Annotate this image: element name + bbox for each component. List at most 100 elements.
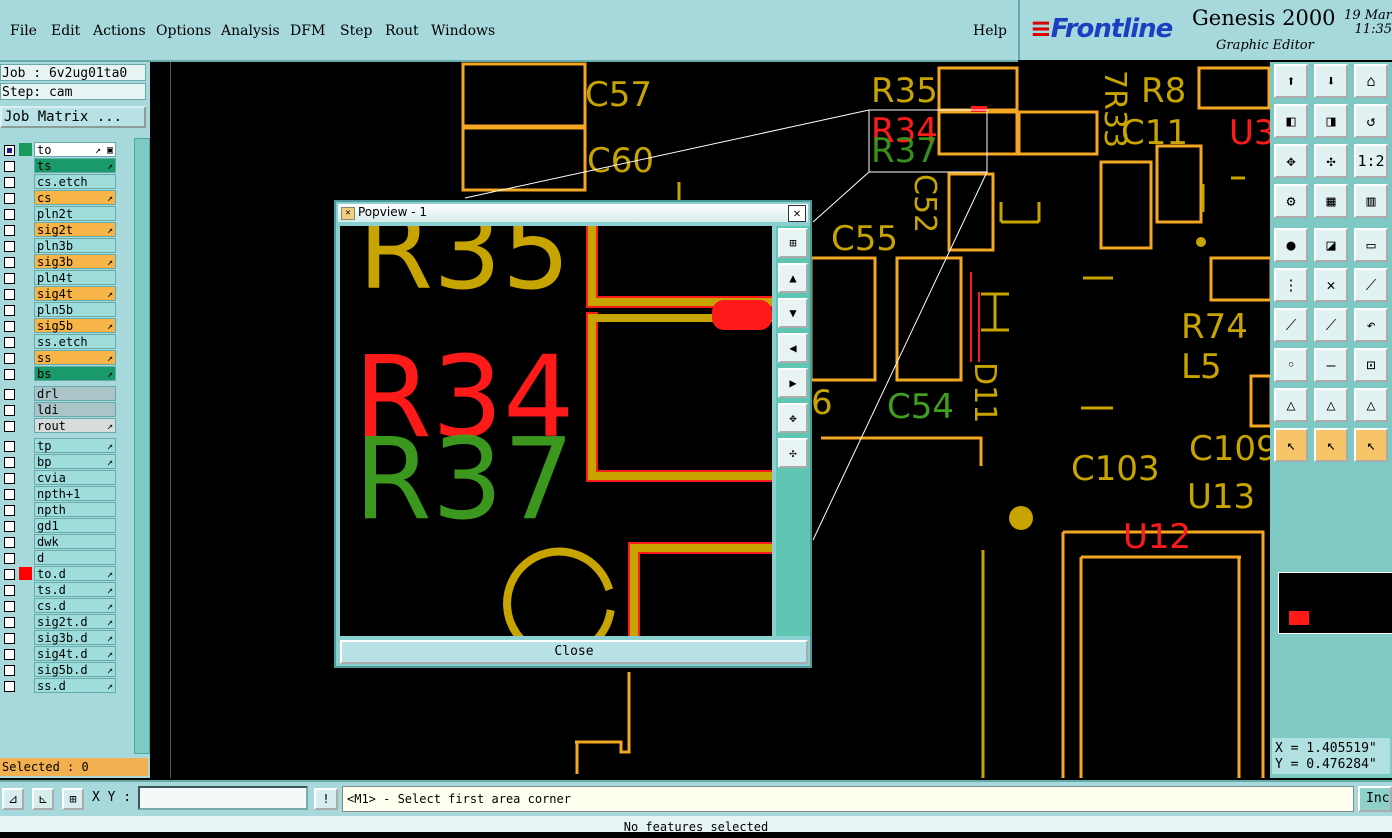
draw-b-icon[interactable]: ⟋ xyxy=(1314,308,1348,342)
undo-icon[interactable]: ↺ xyxy=(1354,104,1388,138)
menu-edit[interactable]: Edit xyxy=(51,23,80,39)
layer-row[interactable]: pln4t xyxy=(0,270,134,285)
grid-icon[interactable]: ⊞ xyxy=(62,788,84,810)
layer-name[interactable]: to ↗ ▣ xyxy=(34,142,116,157)
layer-checkbox[interactable] xyxy=(4,633,15,644)
pointer-b-icon[interactable]: ↖ xyxy=(1314,428,1348,462)
menu-options[interactable]: Options xyxy=(156,23,211,39)
ruler-icon[interactable]: ▭ xyxy=(1354,228,1388,262)
layer-name[interactable]: ss.etch xyxy=(34,334,116,349)
layer-checkbox[interactable] xyxy=(4,177,15,188)
layer-row[interactable]: ss.etch xyxy=(0,334,134,349)
popview-close-button[interactable]: Close xyxy=(340,640,808,664)
box-icon[interactable]: ⊡ xyxy=(1354,348,1388,382)
layer-row[interactable]: npth xyxy=(0,502,134,517)
layer-name[interactable]: to.d ↗ xyxy=(34,566,116,581)
zoom-out-icon[interactable]: ✣ xyxy=(1314,144,1348,178)
overview-map[interactable] xyxy=(1278,572,1392,634)
layer-name[interactable]: pln3b xyxy=(34,238,116,253)
layer-name[interactable]: pln4t xyxy=(34,270,116,285)
layer-row[interactable]: pln2t xyxy=(0,206,134,221)
layer-name[interactable]: dwk xyxy=(34,534,116,549)
layer-name[interactable]: drl xyxy=(34,386,116,401)
layer-checkbox[interactable] xyxy=(4,145,15,156)
layer-checkbox[interactable] xyxy=(4,585,15,596)
layer-checkbox[interactable] xyxy=(4,505,15,516)
menu-dfm[interactable]: DFM xyxy=(290,23,325,39)
layer-scrollbar[interactable] xyxy=(134,138,150,754)
layer-row[interactable]: npth+1 xyxy=(0,486,134,501)
layer-checkbox[interactable] xyxy=(4,457,15,468)
zoom-in-icon[interactable]: ✥ xyxy=(778,403,808,433)
layer-row[interactable]: cs.etch xyxy=(0,174,134,189)
layer-row[interactable]: sig4t ↗ xyxy=(0,286,134,301)
draw-a-icon[interactable]: ⟋ xyxy=(1274,308,1308,342)
layer-row[interactable]: sig3b.d ↗ xyxy=(0,630,134,645)
layer-name[interactable]: sig4t ↗ xyxy=(34,286,116,301)
layer-row[interactable]: drl xyxy=(0,386,134,401)
layer-row[interactable]: ldi xyxy=(0,402,134,417)
layer-name[interactable]: bs ↗ xyxy=(34,366,116,381)
layer-row[interactable]: pln5b xyxy=(0,302,134,317)
pan-down-icon[interactable]: ▼ xyxy=(778,298,808,328)
layer-row[interactable]: sig2t ↗ xyxy=(0,222,134,237)
layer-checkbox[interactable] xyxy=(4,161,15,172)
layer-name[interactable]: ldi xyxy=(34,402,116,417)
layer-checkbox[interactable] xyxy=(4,617,15,628)
layer-checkbox[interactable] xyxy=(4,289,15,300)
layer-name[interactable]: cvia xyxy=(34,470,116,485)
layer-row[interactable]: ss ↗ xyxy=(0,350,134,365)
snap-icon[interactable]: ⊿ xyxy=(2,788,24,810)
up-icon[interactable]: ⬇ xyxy=(1314,64,1348,98)
layer-checkbox[interactable] xyxy=(4,273,15,284)
layer-row[interactable]: d xyxy=(0,550,134,565)
zoom-in-icon[interactable]: ✥ xyxy=(1274,144,1308,178)
layer-checkbox[interactable] xyxy=(4,569,15,580)
alert-icon[interactable]: ! xyxy=(314,788,338,810)
layer-checkbox[interactable] xyxy=(4,421,15,432)
tri-b-icon[interactable]: △ xyxy=(1314,388,1348,422)
layer-checkbox[interactable] xyxy=(4,353,15,364)
cross-icon[interactable]: ✕ xyxy=(1314,268,1348,302)
layer-row[interactable]: ts ↗ xyxy=(0,158,134,173)
arc-icon[interactable]: ↶ xyxy=(1354,308,1388,342)
menu-analysis[interactable]: Analysis xyxy=(221,23,280,39)
layer-name[interactable]: sig5b ↗ xyxy=(34,318,116,333)
layer-checkbox[interactable] xyxy=(4,241,15,252)
dash-icon[interactable]: — xyxy=(1314,348,1348,382)
layer-checkbox[interactable] xyxy=(4,489,15,500)
layer-name[interactable]: sig2t.d ↗ xyxy=(34,614,116,629)
layer-checkbox[interactable] xyxy=(4,305,15,316)
layer-checkbox[interactable] xyxy=(4,601,15,612)
layer-row[interactable]: dwk xyxy=(0,534,134,549)
menu-step[interactable]: Step xyxy=(340,23,372,39)
layer-name[interactable]: rout ↗ xyxy=(34,418,116,433)
layer-name[interactable]: d xyxy=(34,550,116,565)
layer-row[interactable]: to.d ↗ xyxy=(0,566,134,581)
node-icon[interactable]: ⋮ xyxy=(1274,268,1308,302)
layer-name[interactable]: tp ↗ xyxy=(34,438,116,453)
layer-checkbox[interactable] xyxy=(4,225,15,236)
layer-name[interactable]: ss.d ↗ xyxy=(34,678,116,693)
root-icon[interactable]: ⌂ xyxy=(1354,64,1388,98)
layer-checkbox[interactable] xyxy=(4,537,15,548)
layer-row[interactable]: sig5b.d ↗ xyxy=(0,662,134,677)
popview-canvas[interactable]: R35 R34 R37 xyxy=(340,226,772,636)
layer-checkbox[interactable] xyxy=(4,441,15,452)
scale-icon[interactable]: 1:2 xyxy=(1354,144,1388,178)
layer-checkbox[interactable] xyxy=(4,337,15,348)
layer-checkbox[interactable] xyxy=(4,665,15,676)
menu-help[interactable]: Help xyxy=(973,23,1007,39)
zoom-fit-icon[interactable]: ⊞ xyxy=(778,228,808,258)
layer-name[interactable]: npth+1 xyxy=(34,486,116,501)
layer-name[interactable]: sig3b ↗ xyxy=(34,254,116,269)
layer-checkbox[interactable] xyxy=(4,473,15,484)
layer-row[interactable]: to ↗ ▣ xyxy=(0,142,134,157)
layer-name[interactable]: pln2t xyxy=(34,206,116,221)
pan-up-icon[interactable]: ▲ xyxy=(778,263,808,293)
layer-row[interactable]: cvia xyxy=(0,470,134,485)
layer-row[interactable]: rout ↗ xyxy=(0,418,134,433)
tri-a-icon[interactable]: △ xyxy=(1274,388,1308,422)
layer-name[interactable]: bp ↗ xyxy=(34,454,116,469)
pan-left-icon[interactable]: ◀ xyxy=(778,333,808,363)
